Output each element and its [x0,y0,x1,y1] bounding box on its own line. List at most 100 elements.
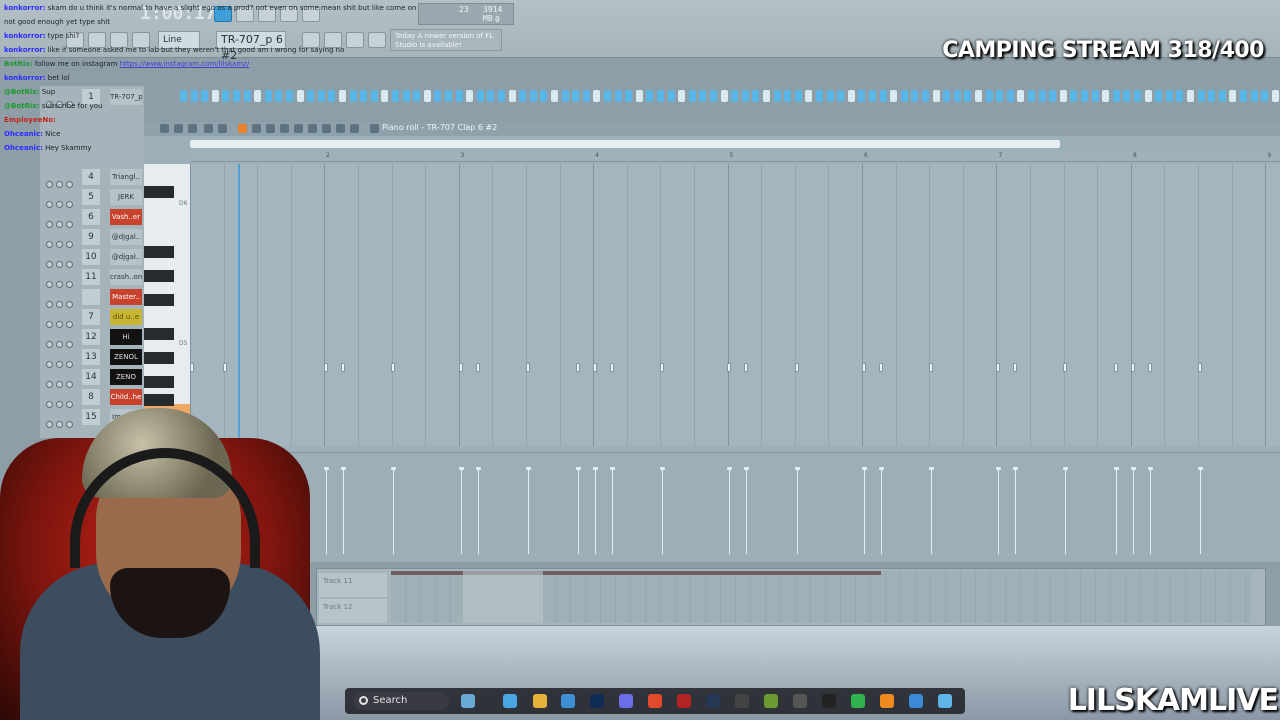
channel-mute-buttons[interactable] [46,373,76,388]
step-button[interactable] [455,90,463,102]
channel-row[interactable]: 10 @djgal.. [40,248,144,268]
step-button[interactable] [1112,90,1120,102]
notepad-icon[interactable] [938,694,952,708]
step-button[interactable] [985,90,993,102]
velocity-bar[interactable] [660,467,665,554]
channel-mixer-number[interactable]: 14 [82,369,100,385]
step-button[interactable] [688,90,696,102]
step-button[interactable] [1229,90,1237,102]
step-button[interactable] [837,90,845,102]
step-button[interactable] [1250,90,1258,102]
step-button[interactable] [582,90,590,102]
step-button[interactable] [1123,90,1131,102]
step-button[interactable] [996,90,1004,102]
channel-mute-buttons[interactable] [46,193,76,208]
velocity-bar[interactable] [476,467,481,554]
note[interactable] [862,363,866,372]
step-button[interactable] [1006,90,1014,102]
channel-name-button[interactable]: @djgal.. [110,229,142,245]
channel-row[interactable]: 11 crash..on [40,268,144,288]
chat-link[interactable]: https://www.instagram.com/lilskamz/ [120,60,249,68]
step-button[interactable] [710,90,717,102]
velocity-bar[interactable] [391,467,396,554]
channel-mixer-number[interactable]: 8 [82,389,100,405]
step-button[interactable] [805,90,813,102]
step-button[interactable] [1091,90,1099,102]
step-button[interactable] [1218,90,1226,102]
step-button[interactable] [784,90,792,102]
channel-mixer-number[interactable]: 5 [82,189,100,205]
step-button[interactable] [476,90,484,102]
capcut-icon[interactable] [822,694,836,708]
channel-row[interactable]: 14 ZENO [40,368,144,388]
note[interactable] [1114,363,1118,372]
channel-mixer-number[interactable]: 12 [82,329,100,345]
step-button[interactable] [625,90,633,102]
fl-studio-icon[interactable] [880,694,894,708]
weather-icon[interactable] [461,694,475,708]
step-button[interactable] [498,90,505,102]
channel-row[interactable]: 9 @djgal.. [40,228,144,248]
step-button[interactable] [657,90,664,102]
step-button[interactable] [858,90,866,102]
discord-icon[interactable] [619,694,633,708]
note-grid[interactable] [190,164,1280,446]
note[interactable] [1198,363,1202,372]
step-button[interactable] [964,90,972,102]
black-key[interactable] [144,328,174,340]
channel-row[interactable]: 6 Vash..er [40,208,144,228]
step-button[interactable] [911,90,919,102]
velocity-bar[interactable] [593,467,598,554]
step-button[interactable] [434,90,442,102]
step-button[interactable] [646,90,654,102]
channel-mute-buttons[interactable] [46,333,76,348]
velocity-bar[interactable] [1063,467,1068,554]
step-button[interactable] [593,90,601,102]
piano-keyboard[interactable]: D6 D5 [144,164,190,446]
black-key[interactable] [144,186,174,198]
velocity-bar[interactable] [610,467,615,554]
app-icon-lime[interactable] [851,694,865,708]
step-button[interactable] [890,90,898,102]
step-button[interactable] [1261,90,1269,102]
velocity-bar[interactable] [1198,467,1203,554]
step-button[interactable] [1081,90,1088,102]
channel-name-button[interactable]: JERK [110,189,142,205]
step-button[interactable] [879,90,887,102]
velocity-bar[interactable] [459,467,464,554]
step-button[interactable] [487,90,495,102]
velocity-bar[interactable] [1013,467,1018,554]
step-button[interactable] [551,90,558,102]
black-key[interactable] [144,376,174,388]
playhead[interactable] [238,164,240,446]
velocity-bar[interactable] [996,467,1001,554]
note[interactable] [929,363,933,372]
velocity-bar[interactable] [1148,467,1153,554]
note[interactable] [341,363,345,372]
note[interactable] [459,363,463,372]
channel-row[interactable]: 7 did u..e [40,308,144,328]
step-button[interactable] [1197,90,1205,102]
step-button[interactable] [423,90,431,102]
note[interactable] [1063,363,1067,372]
step-button[interactable] [741,90,749,102]
step-button[interactable] [1208,90,1216,102]
step-button[interactable] [1165,90,1173,102]
step-button[interactable] [445,90,452,102]
channel-mute-buttons[interactable] [46,213,76,228]
channel-mute-buttons[interactable] [46,253,76,268]
app-icon-green[interactable] [764,694,778,708]
step-button[interactable] [1070,90,1078,102]
channel-row[interactable]: Master.. [40,288,144,308]
channel-row[interactable]: 12 Hi [40,328,144,348]
channel-mixer-number[interactable]: 6 [82,209,100,225]
step-button[interactable] [678,90,686,102]
note[interactable] [324,363,328,372]
note[interactable] [795,363,799,372]
taskbar-search[interactable]: Search [353,692,449,710]
note[interactable] [744,363,748,372]
channel-mute-buttons[interactable] [46,173,76,188]
velocity-bar[interactable] [1131,467,1136,554]
note[interactable] [576,363,580,372]
step-button[interactable] [1271,90,1279,102]
